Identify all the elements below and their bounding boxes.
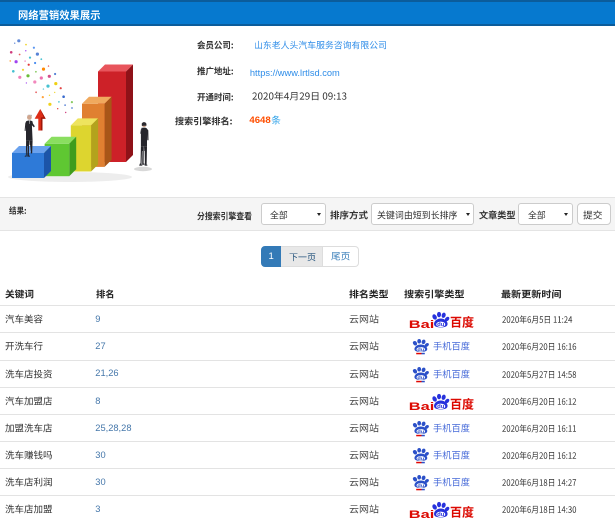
svg-text:du: du xyxy=(417,457,424,462)
svg-text:du: du xyxy=(417,348,424,353)
svg-text:Bai: Bai xyxy=(409,509,435,520)
svg-text:du: du xyxy=(417,375,424,380)
svg-text:du: du xyxy=(437,512,445,518)
svg-text:Bai: Bai xyxy=(409,401,435,413)
svg-text:du: du xyxy=(437,404,445,410)
svg-text:du: du xyxy=(417,430,424,435)
svg-text:du: du xyxy=(417,484,424,489)
svg-text:Bai: Bai xyxy=(409,319,435,331)
svg-text:du: du xyxy=(437,322,445,328)
